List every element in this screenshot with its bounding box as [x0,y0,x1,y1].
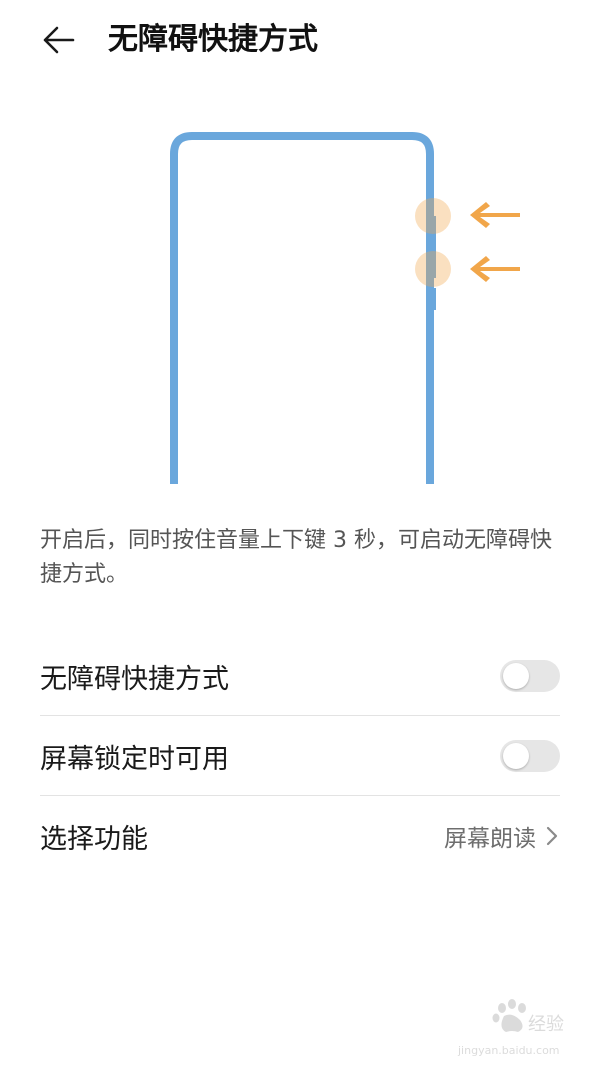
toggle-knob [503,743,529,769]
setting-row-accessibility-shortcut[interactable]: 无障碍快捷方式 [40,636,560,716]
volume-up-highlight [415,198,451,234]
page-title: 无障碍快捷方式 [108,22,318,57]
svg-text:经验: 经验 [528,1014,564,1035]
setting-row-lock-screen[interactable]: 屏幕锁定时可用 [40,716,560,796]
baidu-jingyan-watermark: 经验 jingyan.baidu.com [457,999,564,1057]
phone-volume-keys-icon [170,132,520,484]
setting-row-select-function[interactable]: 选择功能 屏幕朗读 [40,796,560,876]
press-arrow-down-icon [470,256,520,282]
svg-text:jingyan.baidu.com: jingyan.baidu.com [457,1044,560,1057]
setting-label: 无障碍快捷方式 [40,663,229,695]
chevron-right-icon [544,824,560,848]
arrow-left-icon [43,26,75,54]
back-button[interactable] [36,18,80,62]
settings-list: 无障碍快捷方式 屏幕锁定时可用 选择功能 屏幕朗读 [40,636,560,876]
phone-frame [170,132,434,484]
value-group: 屏幕朗读 [444,819,560,853]
volume-down-highlight [415,251,451,287]
power-key [430,288,436,310]
description-text: 开启后，同时按住音量上下键 3 秒，可启动无障碍快捷方式。 [40,528,552,587]
accessibility-shortcut-toggle[interactable] [500,660,560,692]
lock-screen-toggle[interactable] [500,740,560,772]
page: 无障碍快捷方式 开启后，同时按住音量上下键 3 秒，可启动无障碍快捷方式。 无障… [0,0,600,1082]
press-arrow-up-icon [470,202,520,228]
toggle-knob [503,663,529,689]
setting-value: 屏幕朗读 [444,826,536,852]
setting-label: 选择功能 [40,823,148,855]
app-header: 无障碍快捷方式 [0,0,600,80]
setting-label: 屏幕锁定时可用 [40,743,229,775]
